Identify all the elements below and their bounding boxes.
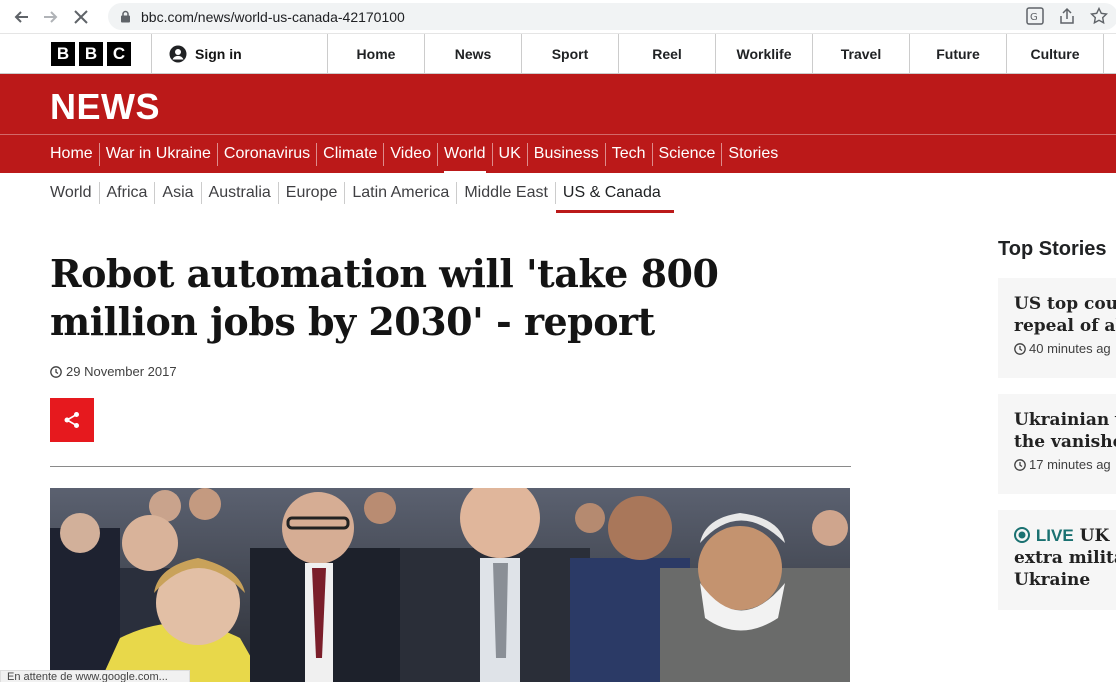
address-bar-actions: G	[1026, 7, 1108, 25]
article-headline: Robot automation will 'take 800 million …	[50, 250, 851, 346]
article-date: 29 November 2017	[50, 364, 851, 379]
story-title-line: US top cour	[1014, 294, 1116, 314]
news-nav-uk[interactable]: UK	[491, 142, 527, 166]
news-nav-climate[interactable]: Climate	[316, 142, 383, 166]
top-nav-sport[interactable]: Sport	[522, 34, 619, 73]
story-title-text: UK	[1079, 526, 1110, 546]
story-title-line: the vanishe	[1014, 432, 1116, 452]
back-button[interactable]	[6, 2, 36, 32]
sub-nav-europe[interactable]: Europe	[277, 182, 345, 204]
story-title-line: Ukrainian v	[1014, 410, 1116, 430]
top-nav-culture[interactable]: Culture	[1007, 34, 1104, 73]
sub-nav-us-canada[interactable]: US & Canada	[554, 182, 674, 213]
sub-nav-middle-east[interactable]: Middle East	[456, 182, 555, 204]
story-time-text: 17 minutes ag	[1029, 457, 1111, 472]
top-stories-heading: Top Stories	[998, 238, 1107, 260]
live-label: LIVE	[1035, 526, 1074, 545]
sign-in-label: Sign in	[195, 45, 242, 62]
lock-icon	[121, 10, 130, 23]
headline-line: Robot automation will 'take 800	[50, 251, 719, 296]
user-account-icon	[169, 45, 187, 62]
sub-nav-latin-america[interactable]: Latin America	[344, 182, 456, 204]
bbc-top-nav: Home News Sport Reel Worklife Travel Fut…	[328, 34, 1104, 73]
news-nav-world[interactable]: World	[437, 142, 492, 175]
top-nav-home[interactable]: Home	[328, 34, 425, 73]
sub-nav-world[interactable]: World	[50, 182, 99, 204]
sub-nav-asia[interactable]: Asia	[154, 182, 200, 204]
sub-nav-africa[interactable]: Africa	[98, 182, 155, 204]
news-nav-video[interactable]: Video	[383, 142, 437, 166]
top-stories-sidebar: Top Stories US top cour repeal of ab 40 …	[998, 238, 1116, 626]
news-nav-science[interactable]: Science	[651, 142, 722, 166]
news-nav-coronavirus[interactable]: Coronavirus	[216, 142, 316, 166]
top-nav-reel[interactable]: Reel	[619, 34, 716, 73]
news-nav-home[interactable]: Home	[50, 143, 99, 166]
share-button[interactable]	[50, 398, 94, 442]
news-banner: NEWS	[0, 74, 1116, 134]
bbc-logo[interactable]: B B C	[0, 34, 152, 73]
news-nav-tech[interactable]: Tech	[604, 142, 652, 166]
story-time-text: 40 minutes ag	[1029, 341, 1111, 356]
crowd-photo-illustration	[50, 488, 850, 682]
news-nav-business[interactable]: Business	[526, 142, 605, 166]
clock-icon	[1014, 342, 1026, 355]
news-nav-war-in-ukraine[interactable]: War in Ukraine	[98, 142, 217, 166]
bbc-logo-letter: C	[107, 41, 131, 66]
top-story-card[interactable]: US top cour repeal of ab 40 minutes ag	[998, 278, 1116, 378]
url-text: bbc.com/news/world-us-canada-42170100	[141, 8, 405, 25]
top-nav-news[interactable]: News	[425, 34, 522, 73]
story-time: 40 minutes ag	[1014, 341, 1116, 356]
back-arrow-icon	[14, 10, 28, 23]
browser-toolbar: bbc.com/news/world-us-canada-42170100 G	[0, 0, 1116, 34]
sub-nav-australia[interactable]: Australia	[200, 182, 278, 204]
article-hero-image	[50, 488, 850, 682]
bbc-masthead: B B C Sign in Home News Sport Reel Workl…	[0, 34, 1116, 74]
page: bbc.com/news/world-us-canada-42170100 G …	[0, 0, 1116, 682]
translate-icon[interactable]: G	[1026, 7, 1044, 25]
story-title-line: LIVE UK	[1014, 525, 1116, 547]
story-time: 17 minutes ag	[1014, 457, 1116, 472]
address-bar[interactable]: bbc.com/news/world-us-canada-42170100 G	[108, 3, 1116, 30]
news-nav-stories[interactable]: Stories	[721, 142, 784, 166]
news-logo[interactable]: NEWS	[50, 86, 160, 128]
clock-icon	[50, 365, 62, 378]
world-sub-nav: World Africa Asia Australia Europe Latin…	[0, 173, 1116, 213]
story-title-line: extra milita	[1014, 548, 1116, 568]
clock-icon	[1014, 458, 1026, 471]
bookmark-star-icon[interactable]	[1090, 7, 1108, 25]
forward-button[interactable]	[36, 2, 66, 32]
sign-in-link[interactable]: Sign in	[152, 34, 328, 73]
article: Robot automation will 'take 800 million …	[50, 250, 851, 467]
live-indicator-icon	[1014, 527, 1030, 543]
close-icon	[74, 9, 88, 24]
top-story-card[interactable]: LIVE UK extra milita Ukraine	[998, 510, 1116, 610]
bbc-logo-letter: B	[79, 41, 103, 66]
story-title-line: repeal of ab	[1014, 316, 1116, 336]
share-icon	[64, 412, 79, 428]
browser-status-bar: En attente de www.google.com...	[0, 670, 190, 682]
date-text: 29 November 2017	[66, 364, 177, 379]
top-story-card[interactable]: Ukrainian v the vanishe 17 minutes ag	[998, 394, 1116, 494]
headline-line: million jobs by 2030' - report	[50, 299, 655, 344]
top-nav-travel[interactable]: Travel	[813, 34, 910, 73]
top-nav-future[interactable]: Future	[910, 34, 1007, 73]
news-nav: Home War in Ukraine Coronavirus Climate …	[0, 134, 1116, 175]
bbc-logo-letter: B	[51, 41, 75, 66]
story-title-line: Ukraine	[1014, 570, 1091, 590]
share-page-icon[interactable]	[1058, 7, 1076, 25]
forward-arrow-icon	[44, 10, 58, 23]
article-divider	[50, 466, 851, 467]
svg-text:G: G	[1030, 12, 1038, 23]
stop-loading-button[interactable]	[66, 2, 96, 32]
top-nav-worklife[interactable]: Worklife	[716, 34, 813, 73]
